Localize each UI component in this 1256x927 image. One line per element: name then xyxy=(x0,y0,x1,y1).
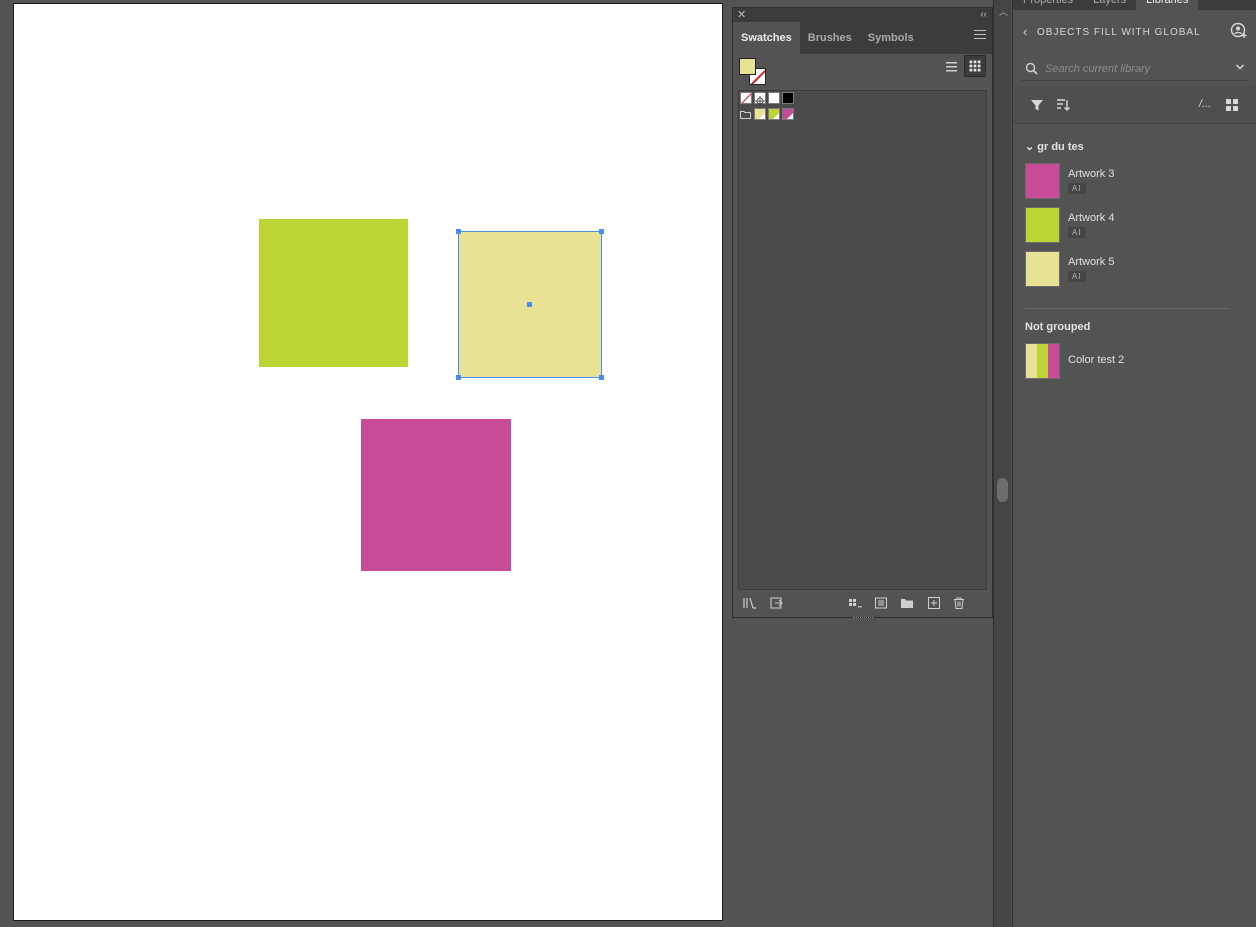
panel-titlebar[interactable]: ✕ ‹‹ xyxy=(733,8,992,22)
chevron-down-icon[interactable]: ⌄ xyxy=(1025,141,1034,153)
list-item[interactable]: Artwork 5 AI xyxy=(1025,251,1235,289)
color-group-folder-icon[interactable] xyxy=(740,110,751,119)
sort-icon[interactable] xyxy=(1055,97,1071,113)
chevron-down-icon[interactable] xyxy=(1235,62,1245,72)
grid-view-icon[interactable] xyxy=(964,55,986,77)
pink-square[interactable] xyxy=(361,419,511,571)
canvas-workspace[interactable] xyxy=(0,0,730,927)
fill-swatch[interactable] xyxy=(739,58,756,75)
list-item[interactable]: Artwork 4 AI xyxy=(1025,207,1235,245)
group-title: gr du tes xyxy=(1037,141,1084,153)
group-header[interactable]: ⌄ gr du tes xyxy=(1025,140,1084,153)
swatch-none[interactable] xyxy=(740,92,752,104)
swatch-libraries-menu-icon[interactable] xyxy=(743,597,757,609)
panel-footer xyxy=(733,589,992,617)
list-view-icon[interactable] xyxy=(941,57,961,77)
fill-stroke-indicator[interactable] xyxy=(739,58,769,86)
asset-thumbnail xyxy=(1025,207,1060,243)
green-square[interactable] xyxy=(259,219,408,367)
tab-symbols[interactable]: Symbols xyxy=(860,22,922,54)
swatches-panel: ✕ ‹‹ Swatches Brushes Symbols xyxy=(732,7,993,618)
tab-swatches[interactable]: Swatches xyxy=(733,22,800,54)
filter-icon[interactable] xyxy=(1029,97,1045,113)
path-view-icon[interactable]: /... xyxy=(1199,98,1211,110)
panel-tabs: Properties Layers Libraries xyxy=(1013,0,1256,10)
collapse-up-icon[interactable]: ︿ xyxy=(999,5,1008,18)
asset-type-badge: AI xyxy=(1068,227,1086,238)
asset-name: Artwork 3 xyxy=(1068,168,1115,180)
new-color-group-icon[interactable] xyxy=(900,597,914,609)
search-input[interactable] xyxy=(1045,60,1225,78)
tab-properties[interactable]: Properties xyxy=(1013,0,1083,10)
dock-scrollbar[interactable]: ︿ xyxy=(993,0,1011,927)
place-swatch-icon[interactable] xyxy=(770,597,784,609)
tab-brushes[interactable]: Brushes xyxy=(800,22,860,54)
selection-center-point xyxy=(527,302,532,307)
swatch-global-green[interactable] xyxy=(768,108,780,120)
swatch-options-icon[interactable] xyxy=(874,597,888,609)
tab-libraries[interactable]: Libraries xyxy=(1136,0,1199,10)
grid-view-icon[interactable] xyxy=(1224,97,1240,113)
collapse-icon[interactable]: ‹‹ xyxy=(980,8,987,22)
selection-handle-bottom-left[interactable] xyxy=(456,375,461,380)
back-chevron-icon[interactable]: ‹ xyxy=(1023,24,1027,39)
tab-layers[interactable]: Layers xyxy=(1083,0,1136,10)
swatch-white[interactable] xyxy=(768,92,780,104)
panel-tabs: Swatches Brushes Symbols xyxy=(733,22,992,54)
selection-handle-top-right[interactable] xyxy=(599,229,604,234)
libraries-panel: Properties Layers Libraries ‹ OBJECTS FI… xyxy=(1012,0,1256,927)
color-theme-thumbnail xyxy=(1025,343,1060,379)
asset-type-badge: AI xyxy=(1068,271,1086,282)
asset-type-badge: AI xyxy=(1068,183,1086,194)
scroll-thumb[interactable] xyxy=(997,478,1008,502)
yellow-square-selected[interactable] xyxy=(456,229,604,380)
list-item[interactable]: Artwork 3 AI xyxy=(1025,163,1235,201)
swatch-black[interactable] xyxy=(782,92,794,104)
library-name: OBJECTS FILL WITH GLOBAL xyxy=(1037,27,1201,38)
selection-handle-top-left[interactable] xyxy=(456,229,461,234)
asset-name: Artwork 4 xyxy=(1068,212,1115,224)
delete-swatch-icon[interactable] xyxy=(952,597,966,609)
search-icon xyxy=(1025,62,1038,75)
asset-thumbnail xyxy=(1025,251,1060,287)
library-toolbar: /... xyxy=(1013,86,1256,124)
ungrouped-title: Not grouped xyxy=(1025,321,1091,333)
selection-handle-bottom-right[interactable] xyxy=(599,375,604,380)
divider xyxy=(1025,308,1229,309)
close-icon[interactable]: ✕ xyxy=(737,8,746,22)
show-swatch-kinds-icon[interactable] xyxy=(848,597,862,609)
asset-thumbnail xyxy=(1025,163,1060,199)
new-swatch-icon[interactable] xyxy=(927,597,941,609)
library-header: ‹ OBJECTS FILL WITH GLOBAL xyxy=(1013,20,1256,46)
panel-menu-icon[interactable] xyxy=(974,30,986,40)
invite-user-icon[interactable] xyxy=(1230,22,1248,40)
asset-name: Color test 2 xyxy=(1068,354,1125,366)
library-search xyxy=(1021,57,1249,81)
asset-name: Artwork 5 xyxy=(1068,256,1115,268)
panel-resize-grip[interactable] xyxy=(853,617,873,620)
swatch-global-yellow[interactable] xyxy=(754,108,766,120)
swatch-grid xyxy=(738,90,987,590)
list-item[interactable]: Color test 2 xyxy=(1025,343,1235,381)
artboard[interactable] xyxy=(13,3,723,921)
swatch-registration[interactable] xyxy=(754,92,766,106)
swatch-global-pink[interactable] xyxy=(782,108,794,120)
